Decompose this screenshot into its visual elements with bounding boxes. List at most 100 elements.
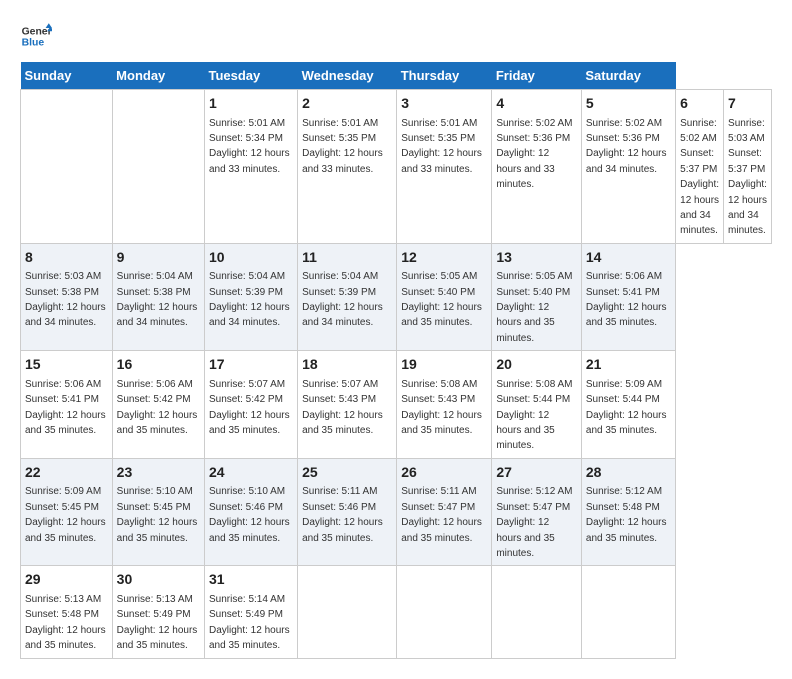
day-info: Sunrise: 5:13 AMSunset: 5:48 PMDaylight:… [25,594,106,651]
day-info: Sunrise: 5:09 AMSunset: 5:45 PMDaylight:… [25,486,106,543]
calendar-cell-5: 5 Sunrise: 5:02 AMSunset: 5:36 PMDayligh… [581,90,675,244]
calendar-cell-17: 17 Sunrise: 5:07 AMSunset: 5:42 PMDaylig… [204,351,297,459]
day-info: Sunrise: 5:07 AMSunset: 5:42 PMDaylight:… [209,379,290,436]
day-number: 23 [117,463,200,483]
day-info: Sunrise: 5:10 AMSunset: 5:45 PMDaylight:… [117,486,198,543]
day-info: Sunrise: 5:12 AMSunset: 5:47 PMDaylight:… [496,486,572,559]
day-info: Sunrise: 5:04 AMSunset: 5:39 PMDaylight:… [209,271,290,328]
empty-cell [112,90,204,244]
day-number: 1 [209,94,293,114]
day-number: 14 [586,248,671,268]
calendar-cell-7: 7 Sunrise: 5:03 AMSunset: 5:37 PMDayligh… [724,90,772,244]
calendar-cell-8: 8 Sunrise: 5:03 AMSunset: 5:38 PMDayligh… [21,243,113,351]
day-number: 17 [209,355,293,375]
calendar-cell-22: 22 Sunrise: 5:09 AMSunset: 5:45 PMDaylig… [21,458,113,566]
day-info: Sunrise: 5:06 AMSunset: 5:41 PMDaylight:… [25,379,106,436]
day-number: 5 [586,94,671,114]
day-number: 27 [496,463,577,483]
day-number: 24 [209,463,293,483]
calendar-cell-11: 11 Sunrise: 5:04 AMSunset: 5:39 PMDaylig… [298,243,397,351]
logo-icon: General Blue [20,20,52,52]
day-info: Sunrise: 5:03 AMSunset: 5:38 PMDaylight:… [25,271,106,328]
calendar-cell-14: 14 Sunrise: 5:06 AMSunset: 5:41 PMDaylig… [581,243,675,351]
day-info: Sunrise: 5:06 AMSunset: 5:42 PMDaylight:… [117,379,198,436]
day-number: 28 [586,463,671,483]
day-info: Sunrise: 5:13 AMSunset: 5:49 PMDaylight:… [117,594,198,651]
day-header-friday: Friday [492,62,582,90]
logo: General Blue [20,20,52,52]
day-info: Sunrise: 5:08 AMSunset: 5:43 PMDaylight:… [401,379,482,436]
day-number: 3 [401,94,487,114]
calendar-cell-4: 4 Sunrise: 5:02 AMSunset: 5:36 PMDayligh… [492,90,582,244]
day-header-wednesday: Wednesday [298,62,397,90]
day-info: Sunrise: 5:07 AMSunset: 5:43 PMDaylight:… [302,379,383,436]
calendar-cell-18: 18 Sunrise: 5:07 AMSunset: 5:43 PMDaylig… [298,351,397,459]
day-number: 15 [25,355,108,375]
calendar-cell-1: 1 Sunrise: 5:01 AMSunset: 5:34 PMDayligh… [204,90,297,244]
day-header-saturday: Saturday [581,62,675,90]
day-info: Sunrise: 5:11 AMSunset: 5:46 PMDaylight:… [302,486,383,543]
day-number: 18 [302,355,392,375]
day-number: 20 [496,355,577,375]
day-number: 8 [25,248,108,268]
calendar-cell-16: 16 Sunrise: 5:06 AMSunset: 5:42 PMDaylig… [112,351,204,459]
calendar-cell-28: 28 Sunrise: 5:12 AMSunset: 5:48 PMDaylig… [581,458,675,566]
day-info: Sunrise: 5:11 AMSunset: 5:47 PMDaylight:… [401,486,482,543]
day-number: 26 [401,463,487,483]
day-number: 29 [25,570,108,590]
day-info: Sunrise: 5:04 AMSunset: 5:38 PMDaylight:… [117,271,198,328]
calendar-cell-25: 25 Sunrise: 5:11 AMSunset: 5:46 PMDaylig… [298,458,397,566]
day-number: 10 [209,248,293,268]
calendar-cell-9: 9 Sunrise: 5:04 AMSunset: 5:38 PMDayligh… [112,243,204,351]
empty-cell [21,90,113,244]
calendar-cell-20: 20 Sunrise: 5:08 AMSunset: 5:44 PMDaylig… [492,351,582,459]
day-header-tuesday: Tuesday [204,62,297,90]
day-info: Sunrise: 5:01 AMSunset: 5:35 PMDaylight:… [401,118,482,175]
calendar-cell-3: 3 Sunrise: 5:01 AMSunset: 5:35 PMDayligh… [397,90,492,244]
calendar-cell-24: 24 Sunrise: 5:10 AMSunset: 5:46 PMDaylig… [204,458,297,566]
day-info: Sunrise: 5:09 AMSunset: 5:44 PMDaylight:… [586,379,667,436]
day-info: Sunrise: 5:02 AMSunset: 5:37 PMDaylight:… [680,118,719,237]
calendar-cell-27: 27 Sunrise: 5:12 AMSunset: 5:47 PMDaylig… [492,458,582,566]
day-number: 25 [302,463,392,483]
day-info: Sunrise: 5:06 AMSunset: 5:41 PMDaylight:… [586,271,667,328]
svg-text:General: General [22,26,52,37]
calendar-cell-13: 13 Sunrise: 5:05 AMSunset: 5:40 PMDaylig… [492,243,582,351]
day-info: Sunrise: 5:10 AMSunset: 5:46 PMDaylight:… [209,486,290,543]
day-header-sunday: Sunday [21,62,113,90]
day-number: 9 [117,248,200,268]
day-info: Sunrise: 5:04 AMSunset: 5:39 PMDaylight:… [302,271,383,328]
day-number: 31 [209,570,293,590]
day-number: 7 [728,94,767,114]
day-number: 16 [117,355,200,375]
day-info: Sunrise: 5:05 AMSunset: 5:40 PMDaylight:… [401,271,482,328]
day-number: 22 [25,463,108,483]
day-info: Sunrise: 5:02 AMSunset: 5:36 PMDaylight:… [586,118,667,175]
calendar-table: SundayMondayTuesdayWednesdayThursdayFrid… [20,62,772,659]
calendar-cell-21: 21 Sunrise: 5:09 AMSunset: 5:44 PMDaylig… [581,351,675,459]
calendar-cell-23: 23 Sunrise: 5:10 AMSunset: 5:45 PMDaylig… [112,458,204,566]
day-info: Sunrise: 5:01 AMSunset: 5:35 PMDaylight:… [302,118,383,175]
day-number: 30 [117,570,200,590]
calendar-cell-10: 10 Sunrise: 5:04 AMSunset: 5:39 PMDaylig… [204,243,297,351]
calendar-cell-15: 15 Sunrise: 5:06 AMSunset: 5:41 PMDaylig… [21,351,113,459]
day-info: Sunrise: 5:01 AMSunset: 5:34 PMDaylight:… [209,118,290,175]
day-info: Sunrise: 5:05 AMSunset: 5:40 PMDaylight:… [496,271,572,344]
day-number: 21 [586,355,671,375]
calendar-cell-19: 19 Sunrise: 5:08 AMSunset: 5:43 PMDaylig… [397,351,492,459]
calendar-cell-12: 12 Sunrise: 5:05 AMSunset: 5:40 PMDaylig… [397,243,492,351]
day-number: 19 [401,355,487,375]
day-info: Sunrise: 5:12 AMSunset: 5:48 PMDaylight:… [586,486,667,543]
header: General Blue [20,20,772,52]
calendar-cell-6: 6 Sunrise: 5:02 AMSunset: 5:37 PMDayligh… [676,90,724,244]
day-info: Sunrise: 5:08 AMSunset: 5:44 PMDaylight:… [496,379,572,452]
day-number: 13 [496,248,577,268]
day-number: 2 [302,94,392,114]
svg-text:Blue: Blue [22,38,45,49]
day-info: Sunrise: 5:02 AMSunset: 5:36 PMDaylight:… [496,118,572,191]
day-header-monday: Monday [112,62,204,90]
day-number: 6 [680,94,719,114]
day-number: 4 [496,94,577,114]
day-number: 12 [401,248,487,268]
day-number: 11 [302,248,392,268]
